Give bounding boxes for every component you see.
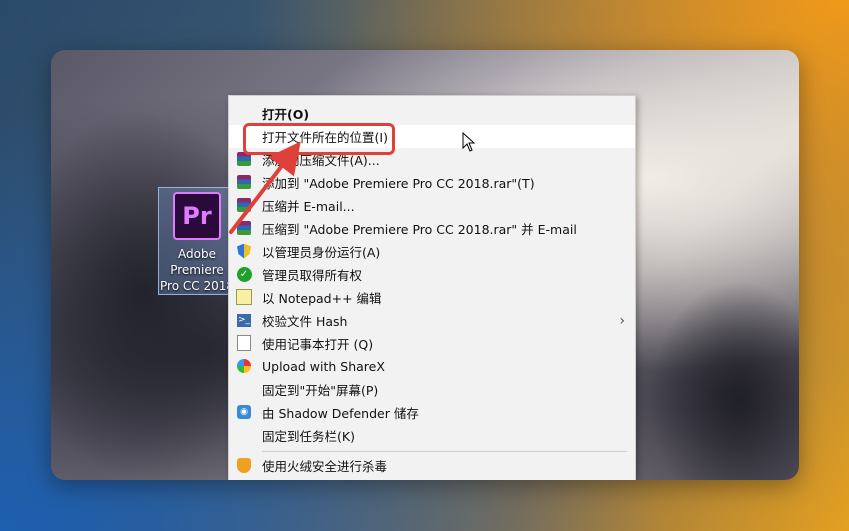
menu-item-compress-and-email[interactable]: 压缩并 E-mail... [229, 194, 635, 217]
menu-item-label: 固定到任务栏(K) [262, 429, 355, 444]
shortcut-label-line-1: Adobe [178, 247, 216, 261]
menu-item-label: 管理员取得所有权 [262, 268, 363, 283]
premiere-pro-icon: Pr [173, 192, 221, 240]
menu-item-upload-sharex[interactable]: Upload with ShareX [229, 355, 635, 378]
menu-separator [262, 451, 627, 452]
shadow-defender-icon: ◉ [236, 404, 252, 420]
shortcut-label-line-2: Premiere [170, 263, 224, 277]
menu-item-label: 由 Shadow Defender 储存 [262, 406, 419, 421]
notepad-icon [236, 289, 252, 305]
menu-item-file-hash[interactable]: >_ 校验文件 Hash › [229, 309, 635, 332]
menu-item-take-ownership[interactable]: ✓ 管理员取得所有权 [229, 263, 635, 286]
menu-item-label: 以 Notepad++ 编辑 [262, 291, 382, 306]
menu-item-label: 压缩并 E-mail... [262, 199, 355, 214]
menu-item-label: Upload with ShareX [262, 359, 385, 374]
menu-item-add-to-rar[interactable]: 添加到 "Adobe Premiere Pro CC 2018.rar"(T) [229, 171, 635, 194]
winrar-icon [236, 197, 252, 213]
green-shield-icon: ✓ [236, 266, 252, 282]
shortcut-label: Adobe Premiere Pro CC 2018 [159, 246, 235, 294]
mouse-cursor-icon [462, 132, 476, 152]
document-icon [236, 335, 252, 351]
menu-item-shadow-defender-commit[interactable]: ◉ 由 Shadow Defender 储存 [229, 401, 635, 424]
menu-item-open[interactable]: 打开(O) [229, 102, 635, 125]
highlight-box [243, 123, 395, 155]
menu-item-compress-to-rar-and-email[interactable]: 压缩到 "Adobe Premiere Pro CC 2018.rar" 并 E… [229, 217, 635, 240]
sharex-icon [236, 358, 252, 374]
winrar-icon [236, 220, 252, 236]
menu-item-edit-with-notepadpp[interactable]: 以 Notepad++ 编辑 [229, 286, 635, 309]
huorong-icon [236, 457, 252, 473]
shortcut-label-line-3: Pro CC 2018 [160, 279, 234, 293]
menu-item-label: 打开(O) [262, 107, 310, 122]
menu-item-label: 校验文件 Hash [262, 314, 348, 329]
menu-item-label: 压缩到 "Adobe Premiere Pro CC 2018.rar" 并 E… [262, 222, 577, 237]
menu-item-pin-to-taskbar[interactable]: 固定到任务栏(K) [229, 424, 635, 447]
menu-item-pin-to-start[interactable]: 固定到"开始"屏幕(P) [229, 378, 635, 401]
hash-icon: >_ [237, 313, 251, 327]
menu-item-label: 使用记事本打开 (Q) [262, 337, 374, 352]
menu-item-label: 以管理员身份运行(A) [262, 245, 381, 260]
premiere-desktop-shortcut[interactable]: Pr Adobe Premiere Pro CC 2018 [158, 187, 236, 295]
wallpaper-dark-area-right [649, 280, 799, 480]
menu-item-run-as-admin[interactable]: 以管理员身份运行(A) [229, 240, 635, 263]
screenshot-window: Pr Adobe Premiere Pro CC 2018 打开(O) 打开文件… [51, 50, 799, 480]
menu-item-label: 添加到 "Adobe Premiere Pro CC 2018.rar"(T) [262, 176, 535, 191]
uac-shield-icon [236, 243, 252, 259]
menu-item-open-with-notepad[interactable]: 使用记事本打开 (Q) [229, 332, 635, 355]
menu-item-label: 固定到"开始"屏幕(P) [262, 383, 379, 398]
menu-item-huorong-scan[interactable]: 使用火绒安全进行杀毒 [229, 454, 635, 477]
chevron-right-icon: › [619, 312, 625, 329]
winrar-icon [236, 174, 252, 190]
menu-item-label: 使用火绒安全进行杀毒 [262, 459, 388, 474]
